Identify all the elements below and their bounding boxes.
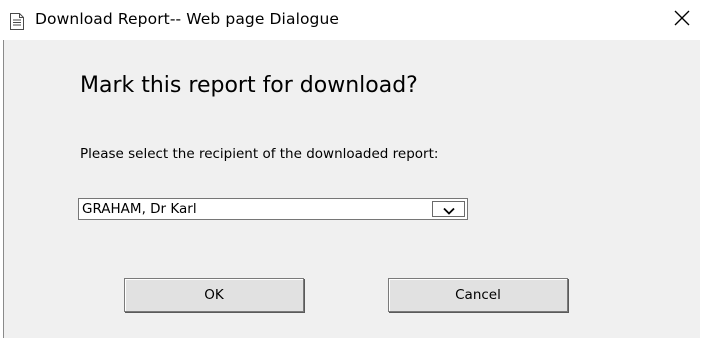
recipient-dropdown-button[interactable] [432, 201, 465, 217]
window-title: Download Report-- Web page Dialogue [35, 10, 340, 28]
document-icon [10, 13, 24, 30]
dialog-heading: Mark this report for download? [80, 73, 418, 98]
dialog-window: Download Report-- Web page Dialogue Mark… [0, 0, 704, 338]
cancel-button[interactable]: Cancel [388, 278, 568, 312]
recipient-prompt: Please select the recipient of the downl… [80, 146, 439, 162]
close-icon [674, 10, 690, 30]
recipient-select[interactable]: GRAHAM, Dr Karl [78, 198, 468, 220]
chevron-down-icon [442, 200, 455, 219]
window-border-line [3, 40, 4, 338]
ok-button[interactable]: OK [124, 278, 304, 312]
title-bar: Download Report-- Web page Dialogue [0, 0, 704, 40]
recipient-select-value: GRAHAM, Dr Karl [82, 201, 197, 217]
close-button[interactable] [660, 0, 704, 40]
